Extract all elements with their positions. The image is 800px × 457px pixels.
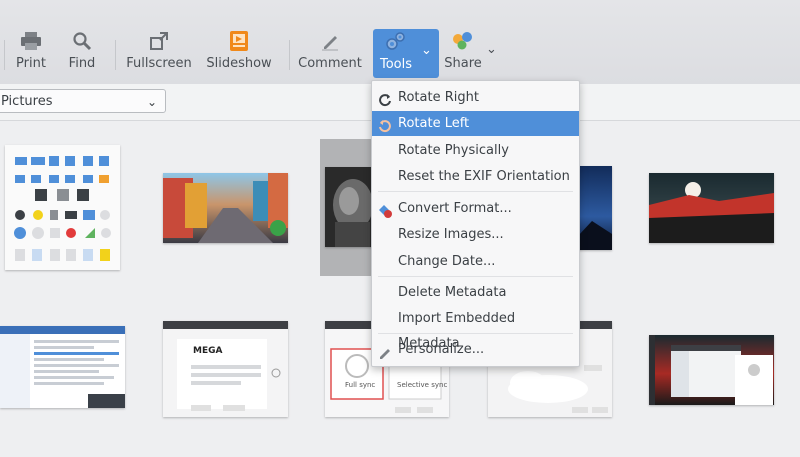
file-manager-image (0, 326, 125, 408)
slideshow-icon (229, 28, 249, 54)
gears-icon (385, 29, 407, 55)
menu-item-resize-images[interactable]: Resize Images... (372, 222, 579, 247)
share-icon (451, 28, 475, 54)
find-label: Find (68, 56, 96, 71)
desktop-screenshot-image (649, 335, 773, 405)
menu-divider (378, 276, 573, 277)
tools-button[interactable]: Tools ⌄ (373, 29, 439, 78)
icon-sheet-image (14, 156, 111, 261)
thumbnail-red-landscape[interactable] (649, 173, 774, 243)
menu-item-label: Personalize... (398, 342, 485, 357)
menu-item-label: Rotate Right (398, 90, 479, 105)
menu-item-import-embedded-metadata[interactable]: Import Embedded Metadata (372, 306, 579, 351)
menu-divider (378, 333, 573, 334)
fullscreen-icon (149, 28, 169, 54)
full-sync-label: Full sync (345, 381, 376, 389)
fullscreen-button[interactable]: Fullscreen (126, 28, 192, 80)
menu-item-label: Reset the EXIF Orientation (398, 169, 570, 184)
menu-item-label: Change Date... (398, 254, 496, 269)
chevron-down-icon[interactable]: ⌄ (421, 43, 432, 58)
print-button[interactable]: Print (12, 28, 50, 80)
menu-item-convert-format[interactable]: Convert Format... (372, 196, 579, 221)
comment-label: Comment (298, 56, 362, 71)
path-current: Pictures (1, 94, 53, 109)
path-selector[interactable]: Pictures ⌄ (0, 89, 166, 113)
menu-item-label: Delete Metadata (398, 285, 507, 300)
share-label: Share (444, 56, 482, 71)
tools-label: Tools (379, 57, 413, 72)
menu-item-personalize[interactable]: Personalize... (372, 337, 579, 362)
menu-item-reset-exif-orientation[interactable]: Reset the EXIF Orientation (372, 164, 579, 189)
mega-logo-text: MEGA (193, 346, 223, 356)
tools-menu: Rotate Right Rotate Left Rotate Physical… (371, 80, 580, 367)
toolbar: Print Find Fullscreen Slideshow Comment (0, 0, 800, 84)
rotate-left-icon (378, 117, 392, 133)
toolbar-separator (289, 40, 290, 70)
mega-setup-image (163, 321, 288, 411)
print-label: Print (16, 56, 46, 71)
pencil-icon (378, 343, 392, 359)
thumbnail-street-photo[interactable] (163, 173, 288, 243)
search-icon (72, 28, 92, 54)
selective-sync-label: Selective sync (397, 381, 448, 389)
thumbnail-desktop-screenshot[interactable] (649, 335, 774, 405)
menu-item-change-date[interactable]: Change Date... (372, 249, 579, 274)
menu-item-delete-metadata[interactable]: Delete Metadata (372, 280, 579, 305)
menu-item-label: Rotate Physically (398, 143, 509, 158)
slideshow-button[interactable]: Slideshow (206, 28, 272, 80)
menu-divider (378, 191, 573, 192)
menu-item-rotate-right[interactable]: Rotate Right (372, 85, 579, 110)
chevron-down-icon[interactable]: ⌄ (486, 42, 497, 57)
toolbar-separator (115, 40, 116, 70)
menu-item-label: Resize Images... (398, 227, 504, 242)
find-button[interactable]: Find (64, 28, 100, 80)
chevron-down-icon: ⌄ (146, 95, 157, 109)
comment-button[interactable]: Comment (298, 28, 362, 80)
tools-button-inner: Tools (377, 29, 415, 81)
menu-item-rotate-physically[interactable]: Rotate Physically (372, 138, 579, 163)
thumbnail-mega-setup[interactable]: MEGA (163, 321, 288, 417)
rotate-right-icon (378, 91, 392, 107)
night-photo-image (578, 221, 612, 250)
slideshow-label: Slideshow (206, 56, 272, 71)
convert-format-icon (378, 202, 392, 218)
thumbnail-icon-sheet[interactable] (5, 145, 120, 270)
thumbnail-file-manager[interactable] (0, 326, 125, 408)
menu-item-label: Rotate Left (398, 116, 470, 131)
share-button[interactable]: Share (444, 28, 482, 80)
printer-icon (20, 28, 42, 54)
red-landscape-image (649, 182, 774, 243)
menu-item-label: Convert Format... (398, 201, 512, 216)
pencil-icon (320, 28, 340, 54)
thumbnail-night-photo[interactable] (578, 166, 612, 250)
street-photo-image (163, 173, 288, 243)
toolbar-separator (4, 40, 5, 70)
fullscreen-label: Fullscreen (126, 56, 192, 71)
menu-item-rotate-left[interactable]: Rotate Left (372, 111, 579, 136)
